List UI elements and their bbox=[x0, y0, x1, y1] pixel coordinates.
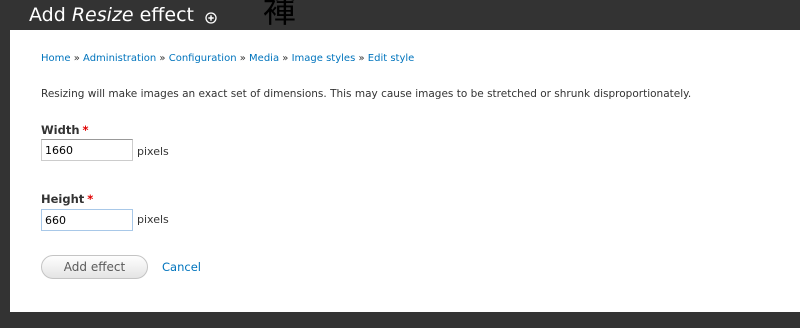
breadcrumb-image-styles[interactable]: Image styles bbox=[292, 53, 356, 64]
breadcrumb-separator: » bbox=[159, 53, 166, 64]
breadcrumb-media[interactable]: Media bbox=[249, 53, 279, 64]
breadcrumb-edit-style[interactable]: Edit style bbox=[368, 53, 415, 64]
breadcrumb: Home » Administration » Configuration » … bbox=[41, 52, 414, 66]
height-label: Height * bbox=[41, 191, 93, 207]
plus-circle-icon[interactable] bbox=[205, 9, 217, 24]
page-title-suffix: effect bbox=[133, 4, 194, 26]
cancel-link[interactable]: Cancel bbox=[162, 260, 201, 274]
required-marker: * bbox=[87, 192, 94, 206]
required-marker: * bbox=[82, 123, 89, 137]
page-title-prefix: Add bbox=[29, 4, 72, 26]
width-label: Width * bbox=[41, 122, 89, 138]
height-field[interactable] bbox=[41, 209, 133, 231]
breadcrumb-separator: » bbox=[358, 53, 365, 64]
breadcrumb-separator: » bbox=[239, 53, 246, 64]
breadcrumb-separator: » bbox=[73, 53, 80, 64]
width-unit: pixels bbox=[137, 145, 169, 158]
height-label-text: Height bbox=[41, 192, 85, 206]
width-field[interactable] bbox=[41, 139, 133, 161]
add-effect-button[interactable]: Add effect bbox=[41, 255, 148, 279]
decorative-glyph: 褌 bbox=[263, 0, 296, 30]
height-unit: pixels bbox=[137, 213, 169, 226]
page-title-emphasis: Resize bbox=[71, 4, 134, 26]
breadcrumb-home[interactable]: Home bbox=[41, 53, 71, 64]
breadcrumb-separator: » bbox=[282, 53, 289, 64]
width-label-text: Width bbox=[41, 123, 80, 137]
overlay-header: Add Resize effect 褌 bbox=[0, 0, 800, 30]
breadcrumb-administration[interactable]: Administration bbox=[83, 53, 156, 64]
breadcrumb-configuration[interactable]: Configuration bbox=[169, 53, 237, 64]
effect-description: Resizing will make images an exact set o… bbox=[41, 88, 692, 100]
page-title: Add Resize effect bbox=[29, 3, 194, 27]
content-panel: Home » Administration » Configuration » … bbox=[10, 30, 800, 312]
